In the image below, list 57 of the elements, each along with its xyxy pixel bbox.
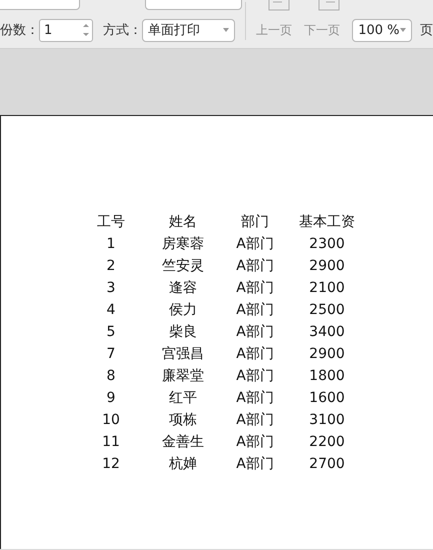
mode-label: 方式： — [102, 22, 142, 39]
copies-label: 份数： — [0, 22, 39, 39]
caret-icon — [223, 28, 230, 32]
table-cell-text: 12 — [101, 455, 121, 474]
table-cell-text: 11 — [101, 433, 121, 452]
table-cell-text: 3100 — [308, 411, 346, 430]
table-cell-text: 2100 — [308, 279, 346, 298]
table-cell-text: 2500 — [308, 301, 346, 320]
table-cell-text: 1800 — [308, 367, 346, 386]
page-label: 页 — [420, 22, 433, 39]
table-cell-text: 2 — [106, 257, 116, 276]
table-cell-text: A部门 — [235, 279, 275, 298]
column-header: 基本工资 — [298, 213, 356, 232]
table-cell-text: A部门 — [235, 323, 275, 342]
table-cell-text: 8 — [106, 367, 116, 386]
table-cell-text: A部门 — [235, 367, 275, 386]
spinner-arrows-icon[interactable] — [82, 22, 89, 38]
table-cell-text: 2900 — [308, 257, 346, 276]
table-cell-text: 4 — [106, 301, 116, 320]
table-cell-text: 3400 — [308, 323, 346, 342]
column-header: 姓名 — [168, 213, 198, 232]
mode-dropdown[interactable]: 单面打印 — [142, 18, 236, 42]
table-cell-text: A部门 — [235, 257, 275, 276]
table-cell-text: 1 — [106, 235, 116, 254]
table-cell-text: A部门 — [235, 433, 275, 452]
table-cell-text: 竺安灵 — [161, 257, 205, 276]
table-cell-text: A部门 — [235, 389, 275, 408]
zoom-dropdown[interactable]: 100 % — [352, 18, 412, 42]
table-cell-text: 房寒蓉 — [161, 235, 205, 254]
table-cell-text: 金善生 — [161, 433, 205, 452]
table-cell-text: 5 — [106, 323, 116, 342]
table-cell-text: 2700 — [308, 455, 346, 474]
table-cell-text: 9 — [106, 389, 116, 408]
table-cell-text: 7 — [106, 345, 116, 364]
table-cell-text: A部门 — [235, 235, 275, 254]
table-cell-text: 红平 — [168, 389, 198, 408]
copies-spinner[interactable]: 1 — [39, 18, 93, 42]
table-cell-text: A部门 — [235, 345, 275, 364]
table-cell-text: 项栋 — [168, 411, 198, 430]
table-cell-text: A部门 — [235, 301, 275, 320]
table-cell-text: 2900 — [308, 345, 346, 364]
table-cell-text: 侯力 — [168, 301, 198, 320]
table-cell-text: 1600 — [308, 389, 346, 408]
table-cell-text: 廉翠堂 — [161, 367, 205, 386]
table-cell-text: 逢容 — [168, 279, 198, 298]
table-cell-text: 柴良 — [168, 323, 198, 342]
table-cell-text: 宫强昌 — [161, 345, 205, 364]
caret-icon — [400, 28, 406, 32]
column-header: 部门 — [240, 213, 270, 232]
table-cell-text: 杭婵 — [168, 455, 198, 474]
table-cell-text: 2300 — [308, 235, 346, 254]
table-cell-text: 10 — [101, 411, 121, 430]
column-header: 工号 — [96, 213, 126, 232]
table-cell-text: 3 — [106, 279, 116, 298]
table-cell-text: A部门 — [235, 411, 275, 430]
table-cell-text: 2200 — [308, 433, 346, 452]
table-cell-text: A部门 — [235, 455, 275, 474]
